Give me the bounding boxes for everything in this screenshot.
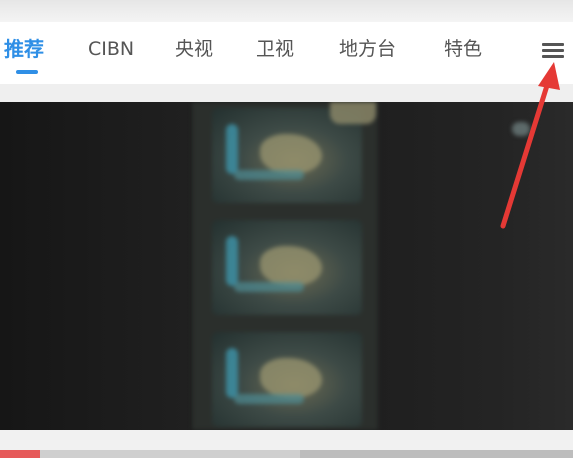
app-screen: 推荐 CIBN 央视 卫视 地方台 特色 [0, 0, 573, 458]
tab-featured[interactable]: 特色 [444, 36, 482, 62]
thumbnail-right-panel [378, 102, 573, 430]
tab-local[interactable]: 地方台 [339, 36, 396, 62]
featured-video-thumbnail[interactable] [0, 102, 573, 430]
section-gap [0, 84, 573, 102]
category-tab-bar: 推荐 CIBN 央视 卫视 地方台 特色 [0, 22, 573, 84]
tab-satellite[interactable]: 卫视 [256, 36, 294, 62]
tab-cibn[interactable]: CIBN [88, 36, 134, 62]
thumbnail-highlight [330, 102, 376, 124]
section-gap-bottom [0, 430, 573, 450]
thumbnail-film-strip [192, 102, 378, 430]
thumbnail-left-panel [0, 102, 190, 430]
hamburger-menu-icon[interactable] [538, 38, 568, 64]
top-status-area [0, 0, 573, 22]
thumbnail-frame [212, 220, 362, 315]
active-tab-indicator [16, 70, 38, 74]
tab-cctv[interactable]: 央视 [175, 36, 213, 62]
next-row-preview [0, 450, 573, 458]
thumbnail-frame [212, 332, 362, 427]
tab-recommend[interactable]: 推荐 [4, 36, 44, 62]
thumbnail-corner-mark [512, 122, 530, 136]
